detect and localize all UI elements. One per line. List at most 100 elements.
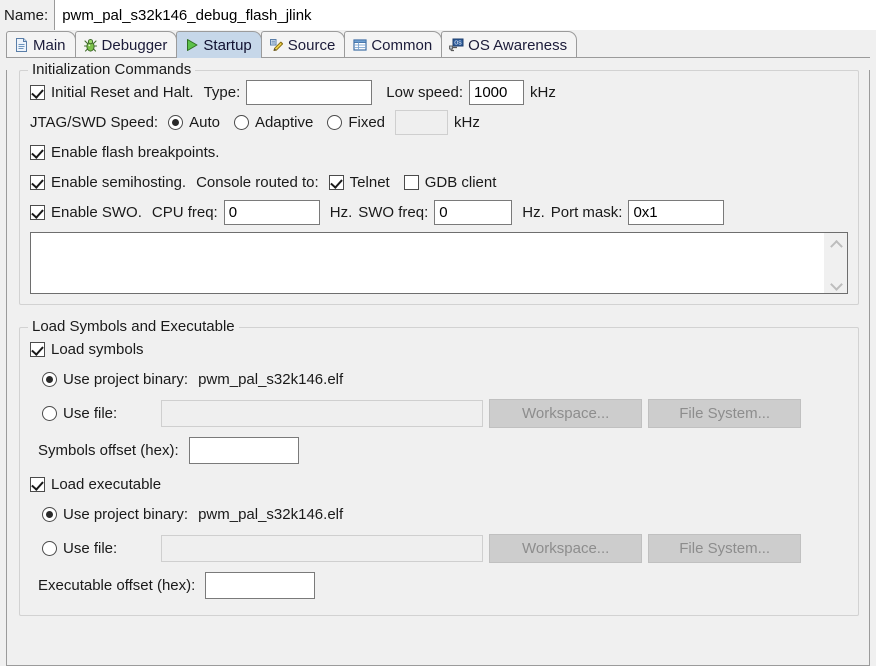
tab-startup-label: Startup: [203, 36, 252, 54]
load-symbols-row: Load symbols: [30, 336, 848, 362]
symbols-project-binary-row: Use project binary: pwm_pal_s32k146.elf: [30, 366, 848, 392]
symbols-project-binary-radio[interactable]: [42, 371, 57, 387]
pencil-icon: [269, 38, 284, 53]
initialization-commands-textarea-wrapper: [30, 232, 848, 294]
symbols-project-binary-value: pwm_pal_s32k146.elf: [198, 370, 344, 388]
executable-use-file-row: Use file: Workspace... File System...: [30, 531, 848, 565]
jtag-speed-fixed-input[interactable]: [395, 109, 449, 135]
tab-bar: Main Debugger Startup Source Common OS O…: [0, 30, 876, 58]
name-row: Name:: [0, 0, 876, 30]
load-symbols-checkbox[interactable]: [30, 341, 45, 357]
telnet-label: Telnet: [349, 173, 390, 191]
semihosting-label: Enable semihosting.: [51, 173, 187, 191]
tab-startup[interactable]: Startup: [176, 31, 262, 58]
load-executable-label: Load executable: [51, 475, 162, 493]
initial-reset-checkbox[interactable]: [30, 84, 45, 100]
jtag-speed-auto-radio[interactable]: [168, 114, 184, 130]
jtag-speed-adaptive-label: Adaptive: [254, 113, 314, 131]
initialization-commands-textarea[interactable]: [31, 233, 824, 293]
swo-checkbox[interactable]: [30, 204, 45, 220]
symbols-workspace-button[interactable]: Workspace...: [489, 398, 643, 428]
initial-reset-label: Initial Reset and Halt.: [51, 83, 194, 101]
tab-main[interactable]: Main: [6, 31, 76, 58]
executable-filesystem-button[interactable]: File System...: [648, 533, 802, 563]
initialization-commands-group: Initialization Commands Initial Reset an…: [19, 61, 859, 305]
symbols-project-binary-label: Use project binary:: [63, 370, 189, 388]
window-icon: [352, 38, 367, 53]
jtag-speed-fixed-label: Fixed: [348, 113, 386, 131]
tab-source-label: Source: [287, 36, 336, 54]
swo-label: Enable SWO.: [51, 203, 142, 221]
load-symbols-executable-title: Load Symbols and Executable: [28, 318, 239, 335]
tab-common-label: Common: [371, 36, 433, 54]
low-speed-label: Low speed:: [386, 83, 463, 101]
port-mask-input[interactable]: [628, 199, 725, 225]
commands-scrollbar[interactable]: [824, 233, 847, 293]
flash-breakpoints-checkbox[interactable]: [30, 144, 45, 160]
reset-type-input[interactable]: [246, 79, 373, 105]
name-input[interactable]: [54, 0, 876, 30]
monitor-os-icon: OS: [449, 38, 464, 53]
executable-project-binary-label: Use project binary:: [63, 505, 189, 523]
executable-project-binary-radio[interactable]: [42, 506, 57, 522]
scroll-up-icon[interactable]: [831, 239, 842, 246]
gdb-client-checkbox[interactable]: [403, 174, 419, 190]
jtag-speed-fixed-unit-label: kHz: [454, 113, 480, 131]
swo-freq-input[interactable]: [434, 199, 513, 225]
gdb-client-label: GDB client: [424, 173, 497, 191]
low-speed-unit-label: kHz: [530, 83, 556, 101]
tab-os-awareness[interactable]: OS OS Awareness: [441, 31, 578, 58]
tab-source[interactable]: Source: [260, 31, 346, 58]
semihosting-checkbox[interactable]: [30, 174, 45, 190]
symbols-use-file-input[interactable]: [161, 399, 484, 427]
executable-offset-input[interactable]: [205, 571, 316, 599]
flash-breakpoints-row: Enable flash breakpoints.: [30, 139, 848, 165]
symbols-filesystem-button[interactable]: File System...: [648, 398, 802, 428]
cpu-freq-input[interactable]: [223, 199, 320, 225]
symbols-offset-label: Symbols offset (hex):: [38, 441, 179, 459]
cpu-freq-label: CPU freq:: [151, 203, 218, 221]
low-speed-input[interactable]: [469, 79, 524, 105]
console-routed-label: Console routed to:: [196, 173, 319, 191]
jtag-speed-fixed-radio[interactable]: [327, 114, 343, 130]
symbols-use-file-radio[interactable]: [42, 405, 57, 421]
executable-offset-label: Executable offset (hex):: [38, 576, 196, 594]
load-executable-row: Load executable: [30, 471, 848, 497]
play-icon: [184, 38, 199, 53]
name-label: Name:: [4, 6, 49, 24]
symbols-use-file-row: Use file: Workspace... File System...: [30, 396, 848, 430]
flash-breakpoints-label: Enable flash breakpoints.: [51, 143, 220, 161]
tab-main-label: Main: [33, 36, 66, 54]
load-executable-checkbox[interactable]: [30, 476, 45, 492]
startup-tab-content: Initialization Commands Initial Reset an…: [6, 61, 870, 666]
swo-row: Enable SWO. CPU freq: Hz. SWO freq: Hz. …: [30, 199, 848, 225]
executable-workspace-button[interactable]: Workspace...: [489, 533, 643, 563]
jtag-swd-speed-row: JTAG/SWD Speed: Auto Adaptive Fixed kHz: [30, 109, 848, 135]
swo-freq-label: SWO freq:: [358, 203, 429, 221]
executable-use-file-radio[interactable]: [42, 540, 57, 556]
document-icon: [14, 38, 29, 53]
tab-common[interactable]: Common: [344, 31, 443, 58]
bug-icon: [83, 38, 98, 53]
jtag-swd-speed-label: JTAG/SWD Speed:: [30, 113, 159, 131]
cpu-freq-unit-label: Hz.: [329, 203, 353, 221]
telnet-checkbox[interactable]: [328, 174, 344, 190]
executable-use-file-label: Use file:: [63, 539, 118, 557]
symbols-use-file-label: Use file:: [63, 404, 118, 422]
initialization-commands-title: Initialization Commands: [28, 61, 196, 78]
symbols-offset-row: Symbols offset (hex):: [30, 434, 848, 466]
svg-text:OS: OS: [455, 40, 463, 46]
semihosting-row: Enable semihosting. Console routed to: T…: [30, 169, 848, 195]
tab-os-awareness-label: OS Awareness: [468, 36, 568, 54]
jtag-speed-adaptive-radio[interactable]: [233, 114, 249, 130]
tab-debugger[interactable]: Debugger: [74, 31, 178, 58]
executable-project-binary-value: pwm_pal_s32k146.elf: [198, 505, 344, 523]
symbols-offset-input[interactable]: [188, 436, 299, 464]
scroll-down-icon[interactable]: [831, 280, 842, 287]
executable-project-binary-row: Use project binary: pwm_pal_s32k146.elf: [30, 501, 848, 527]
executable-use-file-input[interactable]: [161, 534, 484, 562]
reset-type-label: Type:: [203, 83, 241, 101]
swo-freq-unit-label: Hz.: [522, 203, 545, 221]
port-mask-label: Port mask:: [550, 203, 623, 221]
load-symbols-label: Load symbols: [51, 340, 144, 358]
